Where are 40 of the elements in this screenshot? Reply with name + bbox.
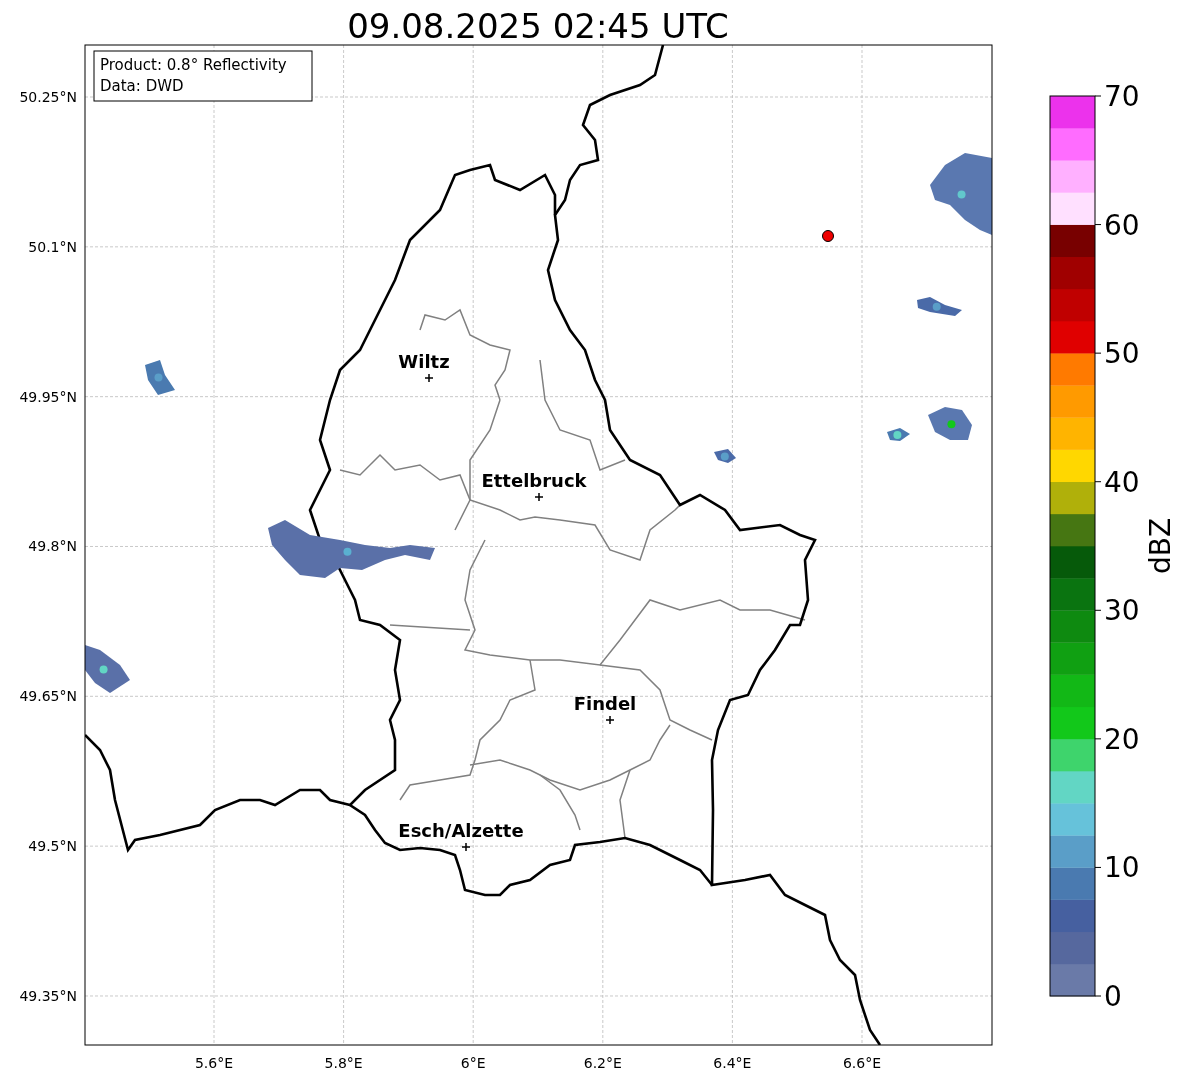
colorbar-tick-label: 50 bbox=[1104, 337, 1140, 371]
longitude-label: 6.6°E bbox=[842, 1055, 882, 1071]
colorbar-tick-label: 0 bbox=[1104, 980, 1122, 1013]
radar-echo bbox=[887, 428, 910, 441]
radar-echo bbox=[714, 449, 736, 463]
figure-title: 09.08.2025 02:45 UTC bbox=[347, 6, 729, 46]
latitude-label: 49.95°N bbox=[19, 388, 77, 405]
longitude-label: 5.6°E bbox=[194, 1055, 234, 1071]
radar-echo bbox=[917, 297, 962, 316]
colorbar-tick-label: 20 bbox=[1104, 722, 1140, 756]
colorbar-tick-label: 70 bbox=[1104, 80, 1140, 113]
city-marker-icon bbox=[424, 373, 434, 383]
city-label: Esch/Alzette bbox=[398, 820, 524, 841]
radar-echo bbox=[85, 645, 130, 693]
longitude-label: 6.4°E bbox=[713, 1055, 752, 1071]
latitude-label: 49.35°N bbox=[19, 988, 77, 1004]
colorbar-tick-label: 30 bbox=[1104, 594, 1140, 628]
latitude-label: 49.5°N bbox=[28, 838, 77, 855]
city-marker-icon bbox=[461, 842, 471, 852]
latitude-label: 50.25°N bbox=[19, 89, 77, 105]
radar-site-marker bbox=[822, 230, 834, 242]
longitude-label: 6.2°E bbox=[583, 1055, 622, 1071]
longitude-label: 5.8°E bbox=[324, 1055, 363, 1071]
colorbar-tick-label: 10 bbox=[1104, 851, 1140, 885]
city-marker-icon bbox=[534, 492, 544, 502]
colorbar-tick-label: 40 bbox=[1104, 465, 1140, 499]
longitude-label: 6°E bbox=[460, 1055, 486, 1071]
radar-echo bbox=[928, 407, 972, 440]
radar-echo bbox=[145, 360, 175, 395]
city-label: Ettelbruck bbox=[481, 470, 587, 491]
info-text: Product: 0.8° Reflectivity bbox=[100, 56, 287, 74]
info-text: Data: DWD bbox=[100, 77, 184, 95]
latitude-label: 49.8°N bbox=[28, 538, 77, 555]
colorbar-label: dBZ bbox=[1144, 517, 1177, 575]
city-label: Findel bbox=[573, 693, 637, 714]
latitude-label: 50.1°N bbox=[28, 238, 77, 255]
city-label: Wiltz bbox=[398, 351, 450, 372]
city-marker-icon bbox=[605, 715, 615, 725]
latitude-label: 49.65°N bbox=[19, 688, 77, 705]
colorbar-tick-label: 60 bbox=[1104, 208, 1140, 242]
